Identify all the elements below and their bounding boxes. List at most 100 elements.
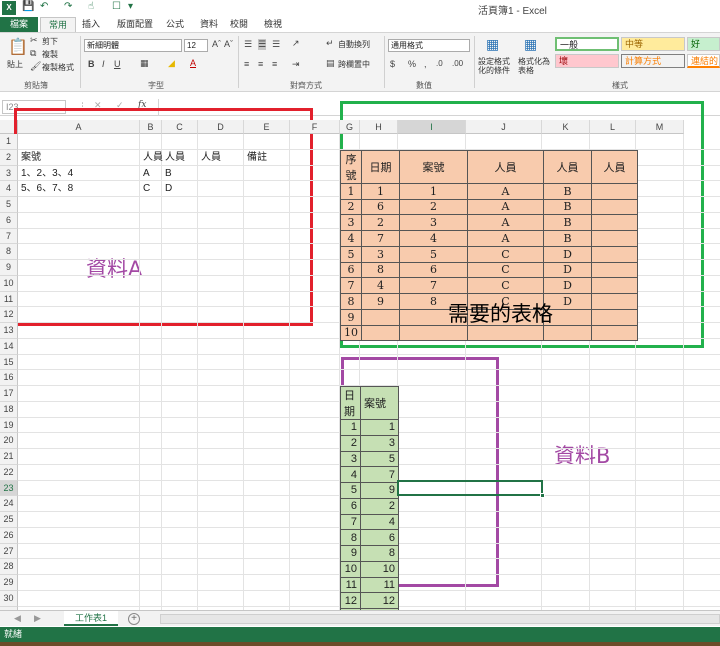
merge-center-icon[interactable]: ▤ <box>326 58 335 69</box>
needed-table-cell[interactable]: D <box>543 277 592 294</box>
needed-table-cell[interactable]: 8 <box>340 293 362 310</box>
style-normal[interactable]: 一般 <box>555 37 619 51</box>
needed-table-cell[interactable]: 7 <box>361 230 400 247</box>
column-header-j[interactable]: J <box>466 120 542 134</box>
needed-table-cell[interactable]: 10 <box>340 324 362 342</box>
needed-table-cell[interactable] <box>591 293 638 310</box>
column-header-b[interactable]: B <box>140 120 162 134</box>
style-linked-cell[interactable]: 連結的 <box>687 54 720 68</box>
format-table-button[interactable]: 格式化為表格 <box>518 57 552 75</box>
needed-table-cell[interactable]: A <box>467 214 544 231</box>
data-b-table-cell[interactable]: 7 <box>340 513 361 531</box>
column-header-i[interactable]: I <box>398 120 466 134</box>
style-neutral[interactable]: 中等 <box>621 37 685 51</box>
data-b-table-cell[interactable]: 8 <box>340 529 361 546</box>
redo-icon[interactable]: ↷ <box>64 1 72 12</box>
column-header-k[interactable]: K <box>542 120 590 134</box>
needed-table-cell[interactable] <box>591 261 638 279</box>
needed-table-cell[interactable] <box>591 245 638 263</box>
needed-table-cell[interactable]: B <box>543 182 592 200</box>
needed-table-cell[interactable] <box>361 324 400 342</box>
row-header-24[interactable]: 24 <box>0 496 18 512</box>
data-b-table-cell[interactable]: 1 <box>360 419 399 436</box>
align-middle-icon[interactable]: ☰ <box>258 39 267 50</box>
needed-table-cell[interactable]: A <box>467 230 544 247</box>
align-top-icon[interactable]: ☰ <box>244 39 252 50</box>
needed-table-cell[interactable]: 2 <box>340 198 362 216</box>
data-a-header-cell[interactable]: 人員 <box>143 150 163 166</box>
data-a-header-cell[interactable]: 案號 <box>21 150 41 166</box>
data-b-table-cell[interactable]: 6 <box>360 529 399 546</box>
data-a-cell[interactable]: 5、6、7、8 <box>21 181 73 197</box>
row-header-1[interactable]: 1 <box>0 134 18 150</box>
column-header-d[interactable]: D <box>198 120 244 134</box>
active-cell-i23[interactable] <box>397 479 543 497</box>
needed-table-cell[interactable]: A <box>467 198 544 216</box>
data-b-table-cell[interactable]: 12 <box>340 592 361 609</box>
needed-table-cell[interactable]: 5 <box>340 245 362 263</box>
needed-table-cell[interactable]: C <box>467 277 544 294</box>
data-b-table-cell[interactable]: 1 <box>340 419 361 436</box>
data-a-cell[interactable]: A <box>143 166 150 182</box>
row-header-15[interactable]: 15 <box>0 354 18 371</box>
tab-insert[interactable]: 插入 <box>78 17 104 32</box>
row-header-23[interactable]: 23 <box>0 480 18 497</box>
italic-button[interactable]: I <box>102 59 105 69</box>
needed-table-cell[interactable]: 3 <box>399 214 468 231</box>
needed-table-cell[interactable]: 9 <box>340 308 362 326</box>
align-bottom-icon[interactable]: ☰ <box>272 39 280 50</box>
cut-button[interactable]: 剪下 <box>42 36 58 47</box>
row-header-3[interactable]: 3 <box>0 165 18 182</box>
needed-table-cell[interactable] <box>591 214 638 231</box>
needed-table-cell[interactable]: 7 <box>340 277 362 294</box>
data-b-table-cell[interactable]: 6 <box>340 497 361 515</box>
data-a-header-cell[interactable]: 備註 <box>247 150 267 166</box>
data-a-cell[interactable]: 1、2、3、4 <box>21 166 73 182</box>
tab-data[interactable]: 資料 <box>196 17 222 32</box>
needed-table-cell[interactable]: 3 <box>340 214 362 231</box>
row-header-30[interactable]: 30 <box>0 590 18 607</box>
row-header-21[interactable]: 21 <box>0 449 18 465</box>
needed-table-cell[interactable]: A <box>467 182 544 200</box>
row-header-27[interactable]: 27 <box>0 543 18 560</box>
undo-icon[interactable]: ↶ <box>40 1 48 12</box>
column-header-l[interactable]: L <box>590 120 636 134</box>
needed-table-cell[interactable]: 6 <box>399 261 468 279</box>
style-good[interactable]: 好 <box>687 37 720 51</box>
needed-table-cell[interactable]: D <box>543 245 592 263</box>
sheet-tab-1[interactable]: 工作表1 <box>64 611 118 626</box>
needed-table-cell[interactable] <box>361 308 400 326</box>
currency-button[interactable]: $ <box>390 59 395 69</box>
format-painter-button[interactable]: 複製格式 <box>42 62 74 73</box>
data-a-cell[interactable]: B <box>165 166 172 182</box>
data-b-table-cell[interactable]: 11 <box>340 576 361 594</box>
data-b-table-cell[interactable]: 7 <box>360 466 399 483</box>
scroll-left-icon[interactable]: ◀ <box>14 613 21 624</box>
cut-icon[interactable]: ✂ <box>30 35 38 46</box>
needed-table-cell[interactable] <box>591 308 638 326</box>
data-a-header-cell[interactable]: 人員 <box>201 150 221 166</box>
new-file-icon[interactable]: ☐ <box>112 1 121 12</box>
row-header-7[interactable]: 7 <box>0 228 18 245</box>
tab-page-layout[interactable]: 版面配置 <box>112 17 158 32</box>
copy-icon[interactable]: ⧉ <box>30 48 36 59</box>
needed-table-cell[interactable]: 6 <box>361 198 400 216</box>
font-color-icon[interactable]: A <box>190 58 196 68</box>
needed-table-cell[interactable]: 4 <box>340 230 362 247</box>
decrease-decimal-icon[interactable]: .00 <box>452 59 463 68</box>
conditional-format-button[interactable]: 設定格式化的條件 <box>478 57 514 75</box>
row-header-13[interactable]: 13 <box>0 323 18 339</box>
orientation-icon[interactable]: ↗ <box>292 38 300 49</box>
indent-icon[interactable]: ⇥ <box>292 59 300 70</box>
save-icon[interactable]: 💾 <box>22 1 34 12</box>
row-header-22[interactable]: 22 <box>0 464 18 481</box>
add-sheet-icon[interactable]: + <box>128 613 140 625</box>
needed-table-header-cell[interactable]: 人員 <box>591 149 638 184</box>
increase-decimal-icon[interactable]: .0 <box>436 59 443 68</box>
needed-table-cell[interactable]: B <box>543 214 592 231</box>
row-header-8[interactable]: 8 <box>0 244 18 260</box>
shrink-font-icon[interactable]: Aˇ <box>224 39 233 49</box>
data-b-table-cell[interactable]: 8 <box>360 545 399 562</box>
row-header-28[interactable]: 28 <box>0 559 18 575</box>
needed-table-header-cell[interactable]: 日期 <box>361 149 400 184</box>
